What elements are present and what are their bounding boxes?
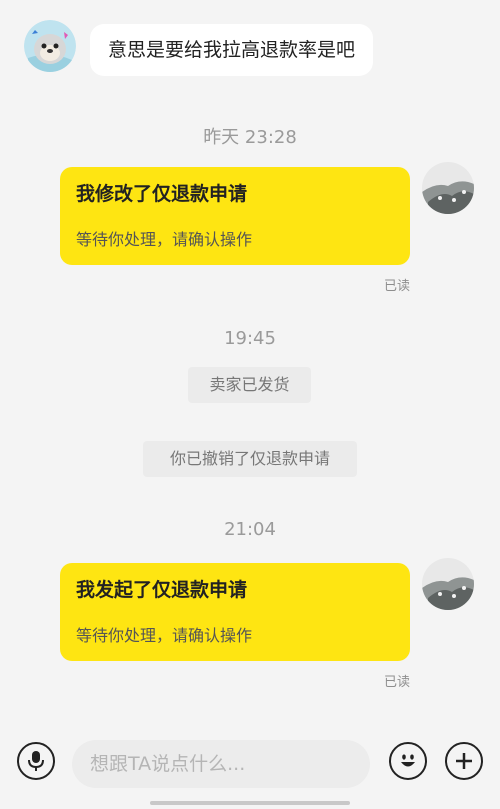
system-message: 你已撤销了仅退款申请: [143, 441, 357, 477]
incoming-message-bubble[interactable]: 意思是要给我拉高退款率是吧: [90, 24, 374, 76]
refund-request-card[interactable]: 我发起了仅退款申请 等待你处理，请确认操作: [60, 563, 410, 661]
home-indicator[interactable]: [150, 801, 350, 805]
seller-avatar[interactable]: [24, 20, 76, 72]
card-title: 我发起了仅退款申请: [76, 579, 248, 601]
read-status: 已读: [383, 279, 410, 294]
microphone-icon: [28, 751, 44, 771]
emoji-button[interactable]: [389, 742, 427, 780]
smiley-icon: [401, 754, 415, 767]
timestamp: 昨天 23:28: [203, 127, 297, 148]
plus-button[interactable]: [445, 742, 483, 780]
my-avatar[interactable]: [422, 558, 474, 610]
refund-request-card[interactable]: 我修改了仅退款申请 等待你处理，请确认操作: [60, 167, 410, 265]
message-input[interactable]: 想跟TA说点什么...: [72, 740, 370, 788]
plus-icon: [456, 753, 472, 769]
timestamp: 19:45: [224, 328, 276, 349]
system-message: 卖家已发货: [188, 367, 311, 403]
input-placeholder: 想跟TA说点什么...: [90, 753, 246, 775]
card-subtitle: 等待你处理，请确认操作: [76, 230, 253, 249]
my-avatar[interactable]: [422, 162, 474, 214]
card-title: 我修改了仅退款申请: [76, 183, 248, 205]
input-bar: 想跟TA说点什么...: [0, 732, 500, 809]
voice-button[interactable]: [17, 742, 55, 780]
read-status: 已读: [383, 675, 410, 690]
timestamp: 21:04: [224, 519, 276, 540]
incoming-message-text: 意思是要给我拉高退款率是吧: [108, 39, 356, 61]
card-subtitle: 等待你处理，请确认操作: [76, 626, 253, 645]
